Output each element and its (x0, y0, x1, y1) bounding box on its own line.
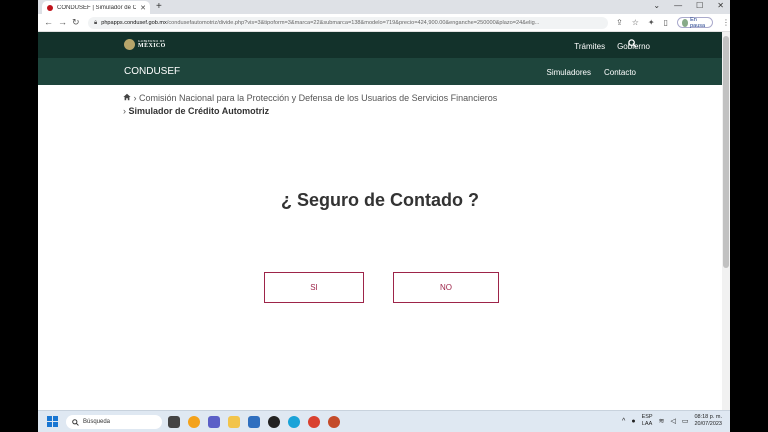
tab-search-icon[interactable]: ⌄ (653, 1, 660, 10)
menu-icon[interactable]: ⋮ (722, 18, 730, 27)
minimize-button[interactable]: — (674, 1, 682, 10)
browser-window: CONDUSEF | Simulador de Cré ✕ + ⌄ — ☐ ✕ … (38, 0, 730, 432)
reload-icon[interactable]: ↻ (72, 17, 80, 28)
taskbar: Búsqueda ^ ● ESP LAA ≋ ◁ ▭ 08:18 p. m. 2… (38, 410, 730, 432)
side-panel-icon[interactable]: ▯ (664, 18, 668, 27)
breadcrumb-separator: › (133, 93, 137, 103)
breadcrumb-parent-link[interactable]: Comisión Nacional para la Protección y D… (139, 93, 497, 103)
app-icon[interactable] (328, 416, 340, 428)
profile-button[interactable]: En pausa (676, 16, 713, 29)
edge-icon[interactable] (288, 416, 300, 428)
search-icon[interactable] (628, 39, 637, 50)
gov-logo[interactable]: GOBIERNO DE MÉXICO (124, 39, 166, 50)
weather-icon[interactable] (188, 416, 200, 428)
file-explorer-icon[interactable] (228, 416, 240, 428)
taskbar-search-input[interactable]: Búsqueda (66, 415, 162, 429)
no-button[interactable]: NO (393, 272, 499, 303)
bookmark-star-icon[interactable]: ☆ (632, 18, 639, 27)
chat-icon[interactable] (208, 416, 220, 428)
gov-logo-line2: MÉXICO (138, 43, 166, 50)
microphone-icon[interactable]: ● (631, 418, 635, 425)
tab-close-icon[interactable]: ✕ (140, 4, 146, 12)
clock-time: 08:18 p. m. (694, 414, 722, 420)
windows-start-icon[interactable] (47, 416, 58, 427)
address-row: ← → ↻ 🔒︎ phpapps.condusef.gob.mx/conduse… (38, 14, 730, 32)
chrome-icon[interactable] (308, 416, 320, 428)
system-tray: ^ ● ESP LAA ≋ ◁ ▭ 08:18 p. m. 20/07/2023 (622, 414, 722, 428)
search-icon (72, 418, 79, 426)
keyboard-layout: LAA (641, 421, 653, 427)
url-path: /condusefautomotriz/divide.php?vis=3&tip… (166, 20, 540, 26)
browser-tab[interactable]: CONDUSEF | Simulador de Cré ✕ (42, 1, 150, 14)
tab-strip: CONDUSEF | Simulador de Cré ✕ + ⌄ — ☐ ✕ (38, 0, 730, 14)
maximize-button[interactable]: ☐ (696, 1, 703, 10)
lock-icon: 🔒︎ (94, 19, 98, 26)
scrollbar-thumb[interactable] (723, 36, 729, 268)
back-arrow-icon[interactable]: ← (44, 17, 53, 27)
favicon-icon (47, 4, 53, 11)
extensions-icon[interactable]: ✦ (648, 18, 655, 27)
nav-simuladores-link[interactable]: Simuladores (547, 68, 591, 77)
yes-button[interactable]: SI (264, 272, 364, 303)
site-nav: Simuladores Contacto (547, 68, 637, 77)
site-header: CONDUSEF Simuladores Contacto (38, 58, 722, 85)
page-question: ¿ Seguro de Contado ? (281, 190, 479, 210)
dell-icon[interactable] (268, 416, 280, 428)
gov-seal-icon (124, 39, 135, 50)
window-controls: ⌄ — ☐ ✕ (653, 1, 724, 10)
taskbar-search-label: Búsqueda (83, 419, 111, 425)
breadcrumb-current: Simulador de Crédito Automotriz (128, 106, 270, 116)
nav-contacto-link[interactable]: Contacto (604, 68, 636, 77)
address-bar[interactable]: 🔒︎ phpapps.condusef.gob.mx/condusefautom… (88, 17, 608, 29)
clock-date: 20/07/2023 (694, 421, 722, 427)
language-code: ESP (641, 414, 653, 420)
task-view-icon[interactable] (168, 416, 180, 428)
close-window-button[interactable]: ✕ (717, 1, 724, 10)
battery-icon[interactable]: ▭ (682, 417, 689, 425)
toolbar-right: ⇪ ☆ ✦ ▯ En pausa ⋮ (616, 16, 730, 29)
store-icon[interactable] (248, 416, 260, 428)
profile-label: En pausa (690, 16, 706, 29)
clock[interactable]: 08:18 p. m. 20/07/2023 (694, 414, 722, 428)
site-brand[interactable]: CONDUSEF (124, 66, 180, 77)
nav-tramites-link[interactable]: Trámites (574, 42, 605, 51)
tab-title: CONDUSEF | Simulador de Cré (57, 4, 137, 11)
breadcrumb-separator: › (123, 106, 126, 116)
new-tab-button[interactable]: + (156, 1, 162, 12)
home-icon[interactable] (123, 92, 131, 101)
taskbar-apps (168, 416, 340, 428)
scrollbar[interactable] (722, 32, 730, 410)
wifi-icon[interactable]: ≋ (659, 417, 665, 425)
breadcrumb: › Comisión Nacional para la Protección y… (123, 92, 497, 118)
avatar (681, 18, 689, 27)
gov-nav: Trámites Gobierno (574, 42, 650, 51)
language-indicator[interactable]: ESP LAA (642, 414, 653, 428)
volume-icon[interactable]: ◁ (670, 417, 675, 425)
chevron-up-icon[interactable]: ^ (622, 418, 625, 425)
url-domain: phpapps.condusef.gob.mx (101, 20, 167, 26)
gov-header: GOBIERNO DE MÉXICO Trámites Gobierno (38, 32, 722, 58)
share-icon[interactable]: ⇪ (616, 18, 623, 27)
forward-arrow-icon[interactable]: → (58, 17, 67, 27)
